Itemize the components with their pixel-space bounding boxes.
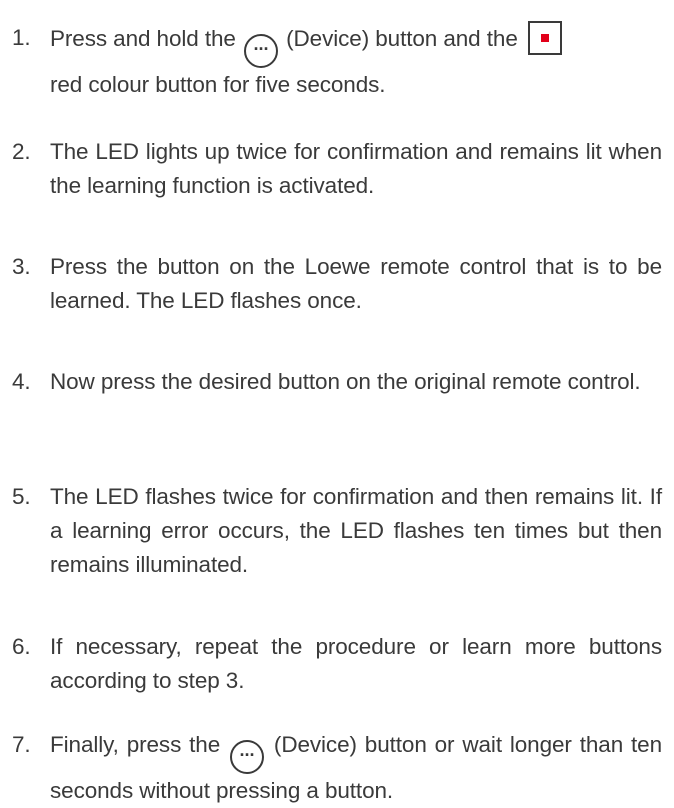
red-colour-button-icon	[527, 21, 562, 55]
step-5: 5. The LED flashes twice for confirmatio…	[12, 480, 662, 582]
step-number: 7.	[12, 732, 31, 757]
step-number: 6.	[12, 634, 31, 659]
step-text: Press the button on the Loewe remote con…	[50, 254, 662, 313]
step-4: 4. Now press the desired button on the o…	[12, 365, 662, 399]
step-text: Press and hold the ··· (Device) button a…	[50, 21, 662, 102]
step-6: 6. If necessary, repeat the procedure or…	[12, 630, 662, 698]
step-text: If necessary, repeat the procedure or le…	[50, 634, 662, 693]
step-number: 2.	[12, 139, 31, 164]
step-text-part: (Device) button and the	[286, 26, 518, 51]
step-number: 5.	[12, 484, 31, 509]
step-text-part: Finally, press the	[50, 732, 221, 757]
step-text: The LED lights up twice for confirmation…	[50, 139, 662, 198]
step-3: 3. Press the button on the Loewe remote …	[12, 250, 662, 318]
step-2: 2. The LED lights up twice for confirmat…	[12, 135, 662, 203]
step-text-part: red colour button for five seconds.	[50, 72, 386, 97]
step-text: Finally, press the ··· (Device) button o…	[50, 728, 662, 808]
step-text-part: Press and hold the	[50, 26, 236, 51]
step-7: 7. Finally, press the ··· (Device) butto…	[12, 728, 662, 808]
device-button-icon: ···	[230, 740, 265, 774]
step-1: 1. Press and hold the ··· (Device) butto…	[12, 21, 662, 102]
step-number: 1.	[12, 25, 31, 50]
step-number: 3.	[12, 254, 31, 279]
step-number: 4.	[12, 369, 31, 394]
step-text: The LED flashes twice for confirmation a…	[50, 484, 662, 577]
step-text: Now press the desired button on the orig…	[50, 369, 641, 394]
device-button-icon: ···	[243, 34, 278, 68]
